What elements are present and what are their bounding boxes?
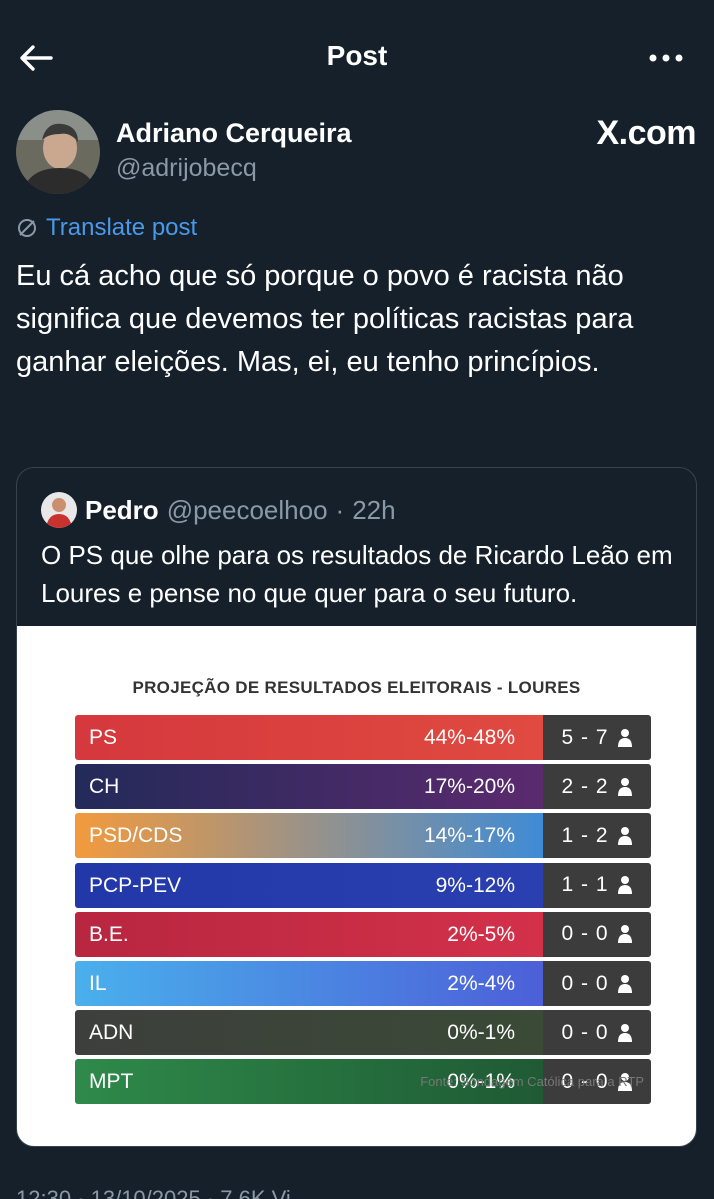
chart-row-ps: PS 44%-48% 5 - 7 bbox=[75, 715, 651, 760]
results-chart-image[interactable]: PROJEÇÃO DE RESULTADOS ELEITORAIS - LOUR… bbox=[17, 626, 696, 1146]
party-label: PCP-PEV bbox=[89, 873, 182, 897]
top-bar: Post bbox=[0, 0, 714, 110]
person-icon bbox=[617, 974, 632, 993]
post-timestamp-views: 12:30 · 13/10/2025 · 7,6K Vi bbox=[16, 1186, 291, 1199]
party-bar: B.E. 2%-5% bbox=[75, 911, 543, 957]
party-label: ADN bbox=[89, 1021, 134, 1045]
party-bar: ADN 0%-1% bbox=[75, 1010, 543, 1056]
post-author: Adriano Cerqueira @adrijobecq X.com bbox=[16, 110, 696, 194]
seat-range: 0 - 0 bbox=[561, 971, 609, 995]
person-icon bbox=[617, 826, 632, 845]
seat-box: 2 - 2 bbox=[543, 764, 651, 810]
party-bar: PS 44%-48% bbox=[75, 715, 543, 760]
seat-range: 2 - 2 bbox=[561, 774, 609, 798]
author-handle[interactable]: @adrijobecq bbox=[116, 154, 257, 183]
quoted-separator: · bbox=[335, 494, 345, 525]
quoted-post[interactable]: Pedro @peecoelhoo · 22h O PS que olhe pa… bbox=[16, 467, 697, 1147]
translate-post-link[interactable]: Translate post bbox=[16, 214, 197, 242]
vote-range: 14%-17% bbox=[423, 824, 515, 848]
vote-range: 2%-4% bbox=[447, 972, 515, 995]
quoted-post-header: Pedro @peecoelhoo · 22h bbox=[41, 492, 396, 528]
chart-row-psdcds: PSD/CDS 14%-17% 1 - 2 bbox=[75, 813, 651, 859]
person-icon bbox=[617, 1023, 632, 1042]
party-bar: IL 2%-4% bbox=[75, 961, 543, 1006]
vote-range: 2%-5% bbox=[447, 922, 515, 946]
party-bar: PSD/CDS 14%-17% bbox=[75, 813, 543, 859]
quoted-avatar-image bbox=[41, 492, 77, 528]
chart-row-il: IL 2%-4% 0 - 0 bbox=[75, 961, 651, 1006]
seat-box: 1 - 2 bbox=[543, 813, 651, 859]
party-label: MPT bbox=[89, 1070, 134, 1094]
party-bar: CH 17%-20% bbox=[75, 764, 543, 810]
seat-box: 5 - 7 bbox=[543, 715, 651, 760]
person-icon bbox=[617, 925, 632, 944]
avatar[interactable] bbox=[16, 110, 100, 194]
vote-range: 0%-1% bbox=[447, 1021, 515, 1045]
chart-row-adn: ADN 0%-1% 0 - 0 bbox=[75, 1010, 651, 1056]
more-dots-icon bbox=[649, 54, 683, 62]
x-watermark: X.com bbox=[596, 114, 696, 152]
chart-source: Fonte: Sondagem Católica para a RTP bbox=[420, 1074, 644, 1089]
chart-title: PROJEÇÃO DE RESULTADOS ELEITORAIS - LOUR… bbox=[132, 678, 581, 697]
seat-range: 1 - 2 bbox=[561, 823, 609, 847]
party-label: B.E. bbox=[89, 922, 129, 946]
seat-range: 0 - 0 bbox=[561, 1020, 609, 1044]
party-bar: PCP-PEV 9%-12% bbox=[75, 862, 543, 908]
seat-box: 0 - 0 bbox=[543, 1010, 651, 1056]
translate-label: Translate post bbox=[46, 214, 198, 241]
avatar-image bbox=[16, 110, 100, 194]
translate-icon bbox=[18, 219, 36, 237]
quoted-author-handle: @peecoelhoo bbox=[166, 494, 328, 525]
person-icon bbox=[617, 777, 632, 796]
seat-box: 0 - 0 bbox=[543, 961, 651, 1006]
seat-range: 5 - 7 bbox=[561, 725, 609, 749]
seat-box: 1 - 1 bbox=[543, 862, 651, 908]
party-label: CH bbox=[89, 775, 120, 799]
party-label: IL bbox=[89, 972, 107, 995]
person-icon bbox=[617, 728, 632, 747]
quoted-author-name: Pedro bbox=[85, 494, 159, 525]
vote-range: 17%-20% bbox=[423, 775, 515, 799]
author-name[interactable]: Adriano Cerqueira bbox=[116, 118, 352, 149]
seat-range: 0 - 0 bbox=[561, 922, 609, 946]
quoted-time: 22h bbox=[352, 494, 396, 525]
chart-row-ch: CH 17%-20% 2 - 2 bbox=[75, 764, 651, 810]
post-text: Eu cá acho que só porque o povo é racist… bbox=[16, 260, 634, 378]
quoted-avatar bbox=[41, 492, 77, 528]
party-label: PS bbox=[89, 726, 118, 749]
more-options-button[interactable] bbox=[646, 46, 686, 70]
seat-box: 0 - 0 bbox=[543, 911, 651, 957]
seat-range: 1 - 1 bbox=[561, 873, 609, 897]
party-label: PSD/CDS bbox=[89, 824, 183, 848]
quoted-post-text: O PS que olhe para os resultados de Rica… bbox=[41, 540, 673, 608]
chart-row-be: B.E. 2%-5% 0 - 0 bbox=[75, 911, 651, 957]
vote-range: 44%-48% bbox=[423, 726, 515, 749]
vote-range: 9%-12% bbox=[435, 873, 515, 897]
person-icon bbox=[617, 876, 632, 895]
chart-row-pcppev: PCP-PEV 9%-12% 1 - 1 bbox=[75, 862, 651, 908]
page-title: Post bbox=[326, 40, 388, 71]
